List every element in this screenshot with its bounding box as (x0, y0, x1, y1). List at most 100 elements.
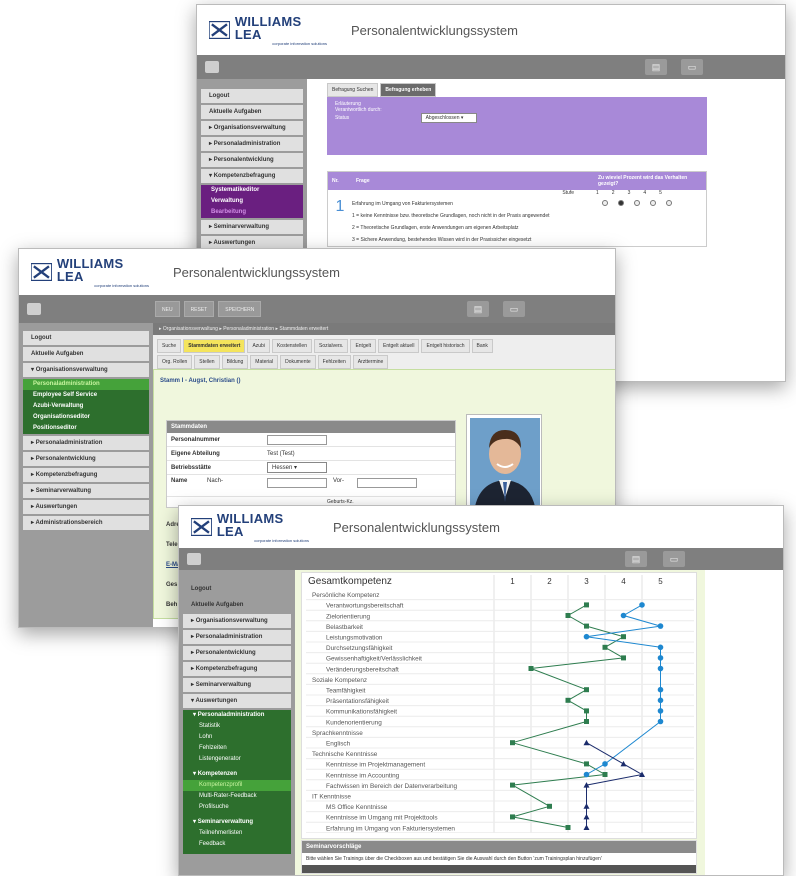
series-blue-marker (657, 718, 664, 725)
toolbar: ▤ ▭ (179, 548, 783, 570)
sidebar-item-logout[interactable]: Logout (23, 331, 149, 345)
sub-lohn[interactable]: Lohn (183, 732, 291, 743)
tab-material[interactable]: Material (250, 355, 279, 369)
sub-feedback[interactable]: Feedback (183, 839, 291, 850)
home-icon[interactable] (205, 61, 219, 73)
tab-dokumente[interactable]: Dokumente (280, 355, 316, 369)
sub-fehlzeiten[interactable]: Fehlzeiten (183, 743, 291, 754)
sidebar-label: Personaladministration (35, 440, 103, 446)
tab-azubi[interactable]: Azubi (247, 339, 270, 353)
tab-kostenstellen[interactable]: Kostenstellen (271, 339, 312, 353)
sub-multi-rater[interactable]: Multi-Rater-Feedback (183, 791, 291, 802)
export-icon[interactable]: ▭ (681, 59, 703, 75)
printer-icon[interactable]: ▤ (467, 301, 489, 317)
sidebar-sub-systematik[interactable]: Systematikeditor (201, 185, 303, 196)
sidebar-item-tasks[interactable]: Aktuelle Aufgaben (183, 598, 291, 612)
sidebar-item-auswertungen[interactable]: ▸ Auswertungen (23, 500, 149, 514)
sidebar-item-kompetenz[interactable]: ▸ Kompetenzbefragung (183, 662, 291, 676)
radio-1[interactable] (602, 200, 608, 206)
series-green-marker (547, 803, 552, 809)
sidebar-item-kompetenz[interactable]: ▾ Kompetenzbefragung (201, 169, 303, 183)
tab-bildung[interactable]: Bildung (221, 355, 249, 369)
sidebar-sub-azubi[interactable]: Azubi-Verwaltung (23, 401, 149, 412)
sidebar-item-seminar[interactable]: ▸ Seminarverwaltung (23, 484, 149, 498)
tab-bank[interactable]: Bank (471, 339, 493, 353)
radio-2[interactable] (618, 200, 624, 206)
sidebar-sub-personaladmin[interactable]: Personaladministration (23, 379, 149, 390)
sidebar-item-kompetenz[interactable]: ▸ Kompetenzbefragung (23, 468, 149, 482)
sidebar-item-tasks[interactable]: Aktuelle Aufgaben (23, 347, 149, 361)
sidebar-item-auswertungen[interactable]: ▾ Auswertungen (183, 694, 291, 708)
sidebar-item-org[interactable]: ▸ Organisationsverwaltung (183, 614, 291, 628)
sidebar-item-personal-dev[interactable]: ▸ Personalentwicklung (201, 153, 303, 167)
reset-button[interactable]: RESET (183, 301, 215, 317)
status-select[interactable]: Abgeschlossen ▾ (420, 113, 477, 123)
sidebar-item-personal-admin[interactable]: ▸ Personaladministration (183, 630, 291, 644)
home-icon[interactable] (27, 303, 41, 315)
radio-3[interactable] (634, 200, 640, 206)
tab-sozialvers[interactable]: Sozialvers. (313, 339, 349, 353)
sidebar-sub-orgeditor[interactable]: Organisationseditor (23, 412, 149, 423)
series-blue-marker (657, 655, 664, 661)
home-icon[interactable] (187, 553, 201, 565)
sidebar-item-logout[interactable]: Logout (183, 582, 291, 596)
tab-erheben[interactable]: Befragung erheben (380, 83, 437, 97)
sidebar-item-org[interactable]: ▾ Organisationsverwaltung (23, 363, 149, 377)
sidebar-item-seminar[interactable]: ▸ Seminarverwaltung (201, 220, 303, 234)
sidebar-item-personal-admin[interactable]: ▸ Personaladministration (201, 137, 303, 151)
tab-stellen[interactable]: Stellen (194, 355, 220, 369)
sidebar-item-personal-admin[interactable]: ▸ Personaladministration (23, 436, 149, 450)
tab-org-rollen[interactable]: Org. Rollen (157, 355, 193, 369)
sidebar-item-tasks[interactable]: Aktuelle Aufgaben (201, 105, 303, 119)
sidebar-sub-bearbeitung[interactable]: Bearbeitung (201, 207, 303, 218)
tab-arzttermine[interactable]: Arzttermine (352, 355, 389, 369)
sidebar-item-personal-dev[interactable]: ▸ Personalentwicklung (183, 646, 291, 660)
sub-profilsuche[interactable]: Profilsuche (183, 802, 291, 813)
tab-entgelt[interactable]: Entgelt (350, 339, 377, 353)
sub-teilnehmerlisten[interactable]: Teilnehmerlisten (183, 828, 291, 839)
export-icon[interactable]: ▭ (503, 301, 525, 317)
category-label: Soziale Kompetenz (312, 677, 367, 684)
printer-icon[interactable]: ▤ (625, 551, 647, 567)
sub-listengenerator[interactable]: Listengenerator (183, 754, 291, 765)
radio-4[interactable] (650, 200, 656, 206)
series-blue-marker (639, 602, 645, 608)
sidebar-item-org[interactable]: ▸ Organisationsverwaltung (201, 121, 303, 135)
group-title-seminar: ▾ Seminarverwaltung (193, 819, 254, 825)
competency-profile-chart: Gesamtkompetenz 1 2 3 4 5 Persönliche Kompeten… (306, 575, 694, 834)
sidebar-item-admin[interactable]: ▸ Administrationsbereich (23, 516, 149, 530)
sidebar-sub-posteditor[interactable]: Positionseditor (23, 423, 149, 434)
competency-label: Belastbarkeit (326, 624, 363, 631)
sidebar-item-logout[interactable]: Logout (201, 89, 303, 103)
personalnummer-input[interactable] (267, 434, 327, 445)
sidebar-item-personal-dev[interactable]: ▸ Personalentwicklung (23, 452, 149, 466)
tab-fehlzeiten[interactable]: Fehlzeiten (317, 355, 351, 369)
tab-suche[interactable]: Suche (157, 339, 182, 353)
series-green-marker (565, 613, 571, 618)
tab-stammdaten[interactable]: Stammdaten erweitert (183, 339, 246, 353)
series-navy-marker (583, 824, 590, 830)
sub-kompetenzprofil[interactable]: Kompetenzprofil (183, 780, 291, 791)
nachname-input[interactable] (267, 478, 327, 488)
tab-entgelt-aktuell[interactable]: Entgelt aktuell (378, 339, 420, 353)
tab-suchen[interactable]: Befragung Suchen (327, 83, 379, 97)
sidebar-label: Auswertungen (195, 698, 238, 704)
betriebsstaette-select[interactable]: Hessen ▾ (267, 462, 327, 473)
tab-entgelt-historisch[interactable]: Entgelt historisch (421, 339, 470, 353)
sidebar-submenu: Systematikeditor Verwaltung Bearbeitung (201, 185, 303, 218)
printer-icon[interactable]: ▤ (645, 59, 667, 75)
app-title: Personalentwicklungssystem (333, 519, 500, 535)
sidebar-item-seminar[interactable]: ▸ Seminarverwaltung (183, 678, 291, 692)
save-button[interactable]: SPEICHERN (218, 301, 262, 317)
export-icon[interactable]: ▭ (663, 551, 685, 567)
sub-statistik[interactable]: Statistik (183, 721, 291, 732)
vorname-input[interactable] (357, 478, 417, 488)
new-button[interactable]: NEU (155, 301, 180, 317)
sidebar-sub-verwaltung[interactable]: Verwaltung (201, 196, 303, 207)
radio-5[interactable] (666, 200, 672, 206)
series-blue-marker (602, 761, 608, 767)
field-value: Hessen (272, 465, 293, 471)
field-label: Betriebsstätte (171, 464, 212, 471)
group-title-label: Seminarverwaltung (197, 819, 254, 825)
sidebar-sub-ess[interactable]: Employee Self Service (23, 390, 149, 401)
